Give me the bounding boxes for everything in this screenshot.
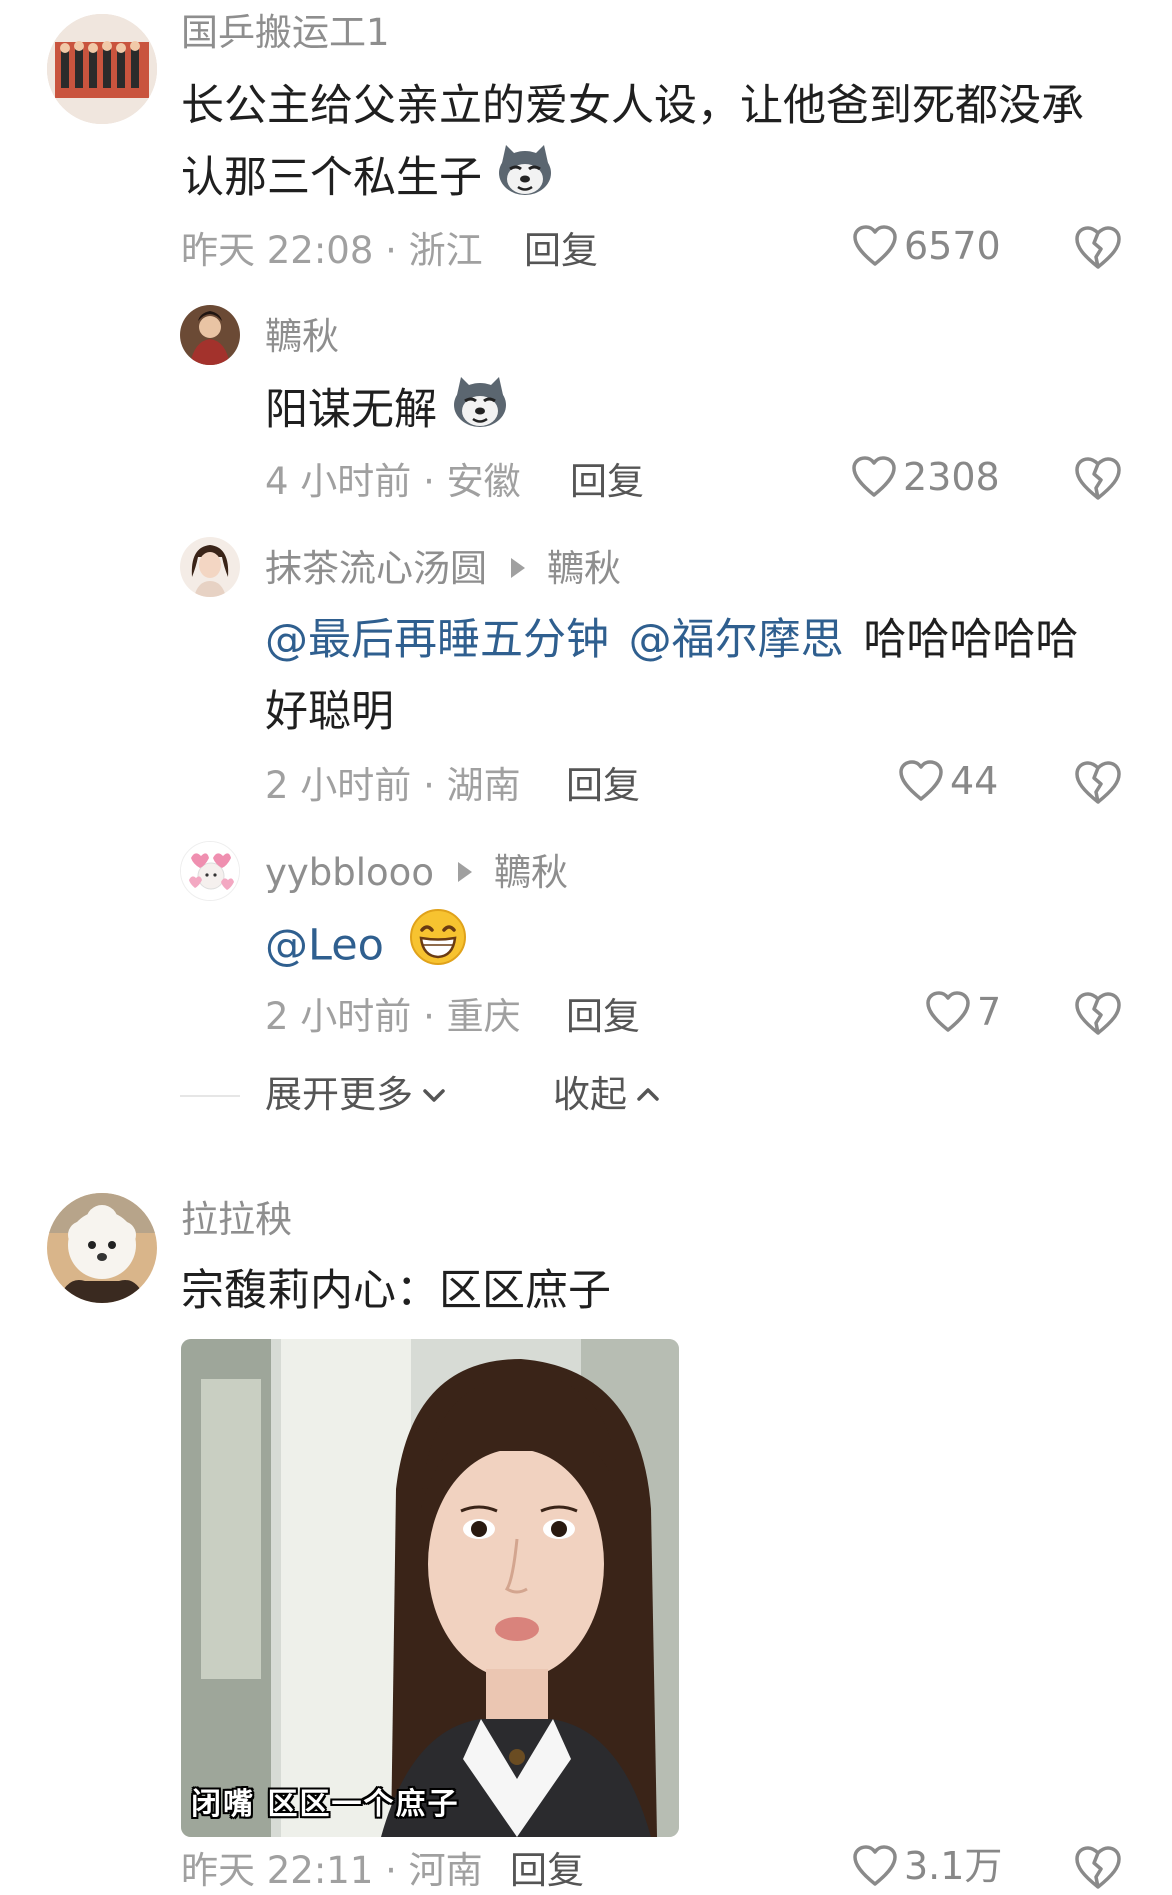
- mention-link[interactable]: @福尔摩思: [629, 615, 844, 665]
- chevron-down-icon: [423, 1088, 445, 1102]
- expand-more-label: 展开更多: [265, 1073, 413, 1116]
- comment-text: 阳谋无解: [265, 374, 509, 451]
- dislike-button[interactable]: [1074, 991, 1122, 1039]
- comment-text-line: 认那三个私生子: [181, 153, 482, 203]
- like-button[interactable]: 3.1万: [852, 1844, 1002, 1888]
- like-button[interactable]: 2308: [851, 455, 1000, 499]
- reply-arrow-icon: [511, 557, 525, 578]
- like-button[interactable]: 6570: [852, 224, 1001, 268]
- chevron-up-icon: [637, 1087, 659, 1101]
- heart-outline-icon: [899, 760, 943, 801]
- broken-heart-icon: [1075, 457, 1121, 500]
- like-count: 2308: [903, 455, 1000, 499]
- mention-link[interactable]: @Leo: [265, 921, 384, 971]
- username-text: 抹茶流心汤圆: [265, 547, 487, 590]
- username-text: yybblooo: [265, 851, 434, 894]
- comment-text: 认那三个私生子: [181, 142, 554, 219]
- comment-text-line: 长公主给父亲立的爱女人设，让他爸到死都没承: [181, 81, 1084, 131]
- heart-outline-icon: [853, 225, 897, 266]
- username[interactable]: yybblooo 韀秋: [265, 854, 568, 891]
- reply-button[interactable]: 回复: [566, 767, 640, 804]
- comment-meta: 昨天 22:11 · 河南: [181, 1849, 483, 1892]
- like-count: 3.1万: [904, 1844, 1003, 1888]
- broken-heart-icon: [1075, 1846, 1121, 1889]
- avatar[interactable]: [180, 537, 240, 597]
- collapse-button[interactable]: 收起: [553, 1076, 661, 1113]
- dislike-button[interactable]: [1074, 760, 1122, 808]
- reply-button[interactable]: 回复: [570, 463, 644, 500]
- collapse-label: 收起: [553, 1073, 627, 1116]
- like-count: 6570: [904, 224, 1001, 268]
- avatar[interactable]: [180, 841, 240, 901]
- comment-text: 长公主给父亲立的爱女人设，让他爸到死都没承: [181, 70, 1084, 142]
- like-button[interactable]: 44: [898, 759, 998, 803]
- avatar[interactable]: [180, 305, 240, 365]
- comment-text-line: 阳谋无解: [265, 385, 437, 435]
- comment-text-line: 好聪明: [265, 687, 394, 737]
- reply-button[interactable]: 回复: [566, 998, 640, 1035]
- reply-button[interactable]: 回复: [524, 232, 598, 269]
- comment-text: @Leo: [265, 908, 468, 988]
- heart-outline-icon: [853, 1845, 897, 1886]
- reply-button[interactable]: 回复: [510, 1852, 584, 1889]
- like-count: 7: [977, 990, 1002, 1034]
- dislike-button[interactable]: [1074, 225, 1122, 273]
- comment-meta: 昨天 22:08 · 浙江: [181, 229, 483, 272]
- broken-heart-icon: [1075, 992, 1121, 1035]
- expand-more-button[interactable]: 展开更多: [265, 1076, 447, 1113]
- reply-to-username[interactable]: 韀秋: [494, 851, 568, 894]
- username[interactable]: 拉拉秧: [181, 1201, 292, 1238]
- username[interactable]: 韀秋: [265, 318, 339, 355]
- broken-heart-icon: [1075, 226, 1121, 269]
- comment-text: @最后再睡五分钟 @福尔摩思 哈哈哈哈哈: [265, 604, 1078, 676]
- username[interactable]: 国乒搬运工1: [181, 14, 390, 51]
- like-button[interactable]: 7: [925, 990, 1001, 1034]
- avatar[interactable]: [47, 1193, 157, 1303]
- reply-to-username[interactable]: 韀秋: [547, 547, 621, 590]
- comment-text: 宗馥莉内心：区区庶子: [181, 1255, 611, 1327]
- comment-text: 好聪明: [265, 676, 394, 748]
- reply-arrow-icon: [457, 861, 472, 882]
- dislike-button[interactable]: [1074, 456, 1122, 504]
- image-caption: 闭嘴 区区一个庶子: [191, 1787, 460, 1822]
- grinning-emoji-icon: [408, 908, 468, 988]
- dislike-button[interactable]: [1074, 1845, 1122, 1893]
- comment-text-line: 宗馥莉内心：区区庶子: [181, 1266, 611, 1316]
- comment-image[interactable]: 闭嘴 区区一个庶子: [181, 1339, 679, 1837]
- husky-emoji-icon: [451, 375, 509, 451]
- comment-meta: 4 小时前 · 安徽: [265, 460, 521, 503]
- avatar[interactable]: [47, 14, 157, 124]
- comment-meta: 2 小时前 · 湖南: [265, 764, 521, 807]
- husky-emoji-icon: [496, 143, 554, 219]
- comment-text-line: 哈哈哈哈哈: [863, 615, 1079, 665]
- mention-link[interactable]: @最后再睡五分钟: [265, 615, 609, 665]
- broken-heart-icon: [1075, 761, 1121, 804]
- thread-divider: [180, 1095, 240, 1097]
- comment-meta: 2 小时前 · 重庆: [265, 995, 521, 1038]
- heart-outline-icon: [852, 456, 896, 497]
- like-count: 44: [950, 759, 999, 803]
- heart-outline-icon: [926, 991, 970, 1032]
- username[interactable]: 抹茶流心汤圆 韀秋: [265, 550, 621, 587]
